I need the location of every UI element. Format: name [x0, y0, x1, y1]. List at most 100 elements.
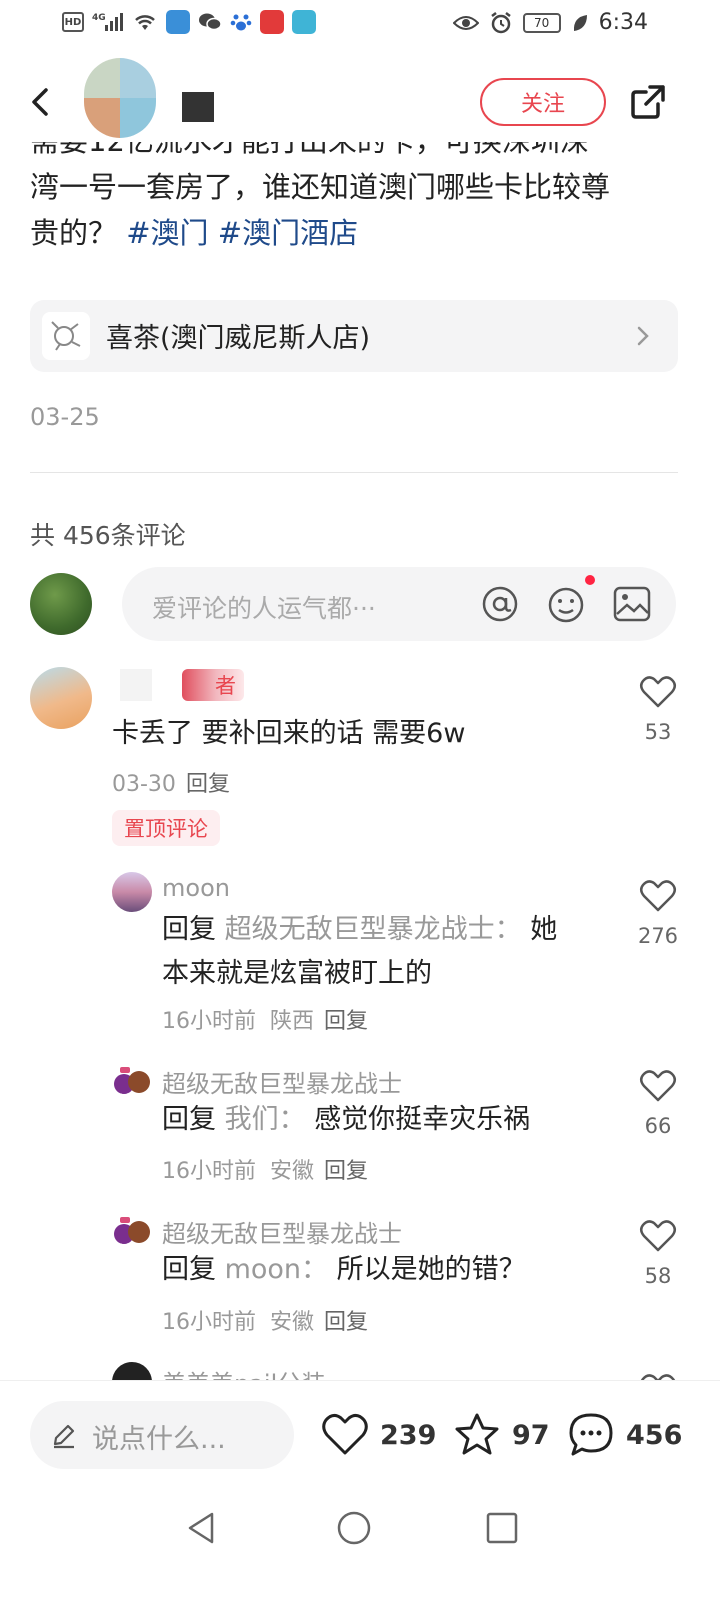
collect-total: 97 [512, 1419, 550, 1451]
system-nav-bar [0, 1492, 720, 1600]
comment-button[interactable]: 456 [566, 1409, 682, 1461]
heart-icon [322, 1413, 368, 1455]
chevron-left-icon [32, 88, 48, 116]
reply-target[interactable]: moon： [225, 1254, 328, 1285]
leaf-icon [571, 11, 589, 35]
reply-prefix: 回复 [162, 1104, 216, 1135]
heart-icon[interactable] [638, 672, 678, 712]
commenter-avatar[interactable] [30, 667, 92, 729]
share-button[interactable] [628, 82, 668, 122]
emoji-icon[interactable] [546, 584, 586, 624]
chevron-right-icon [637, 326, 649, 346]
mention-icon[interactable] [480, 584, 520, 624]
post-date: 03-25 [30, 403, 100, 431]
reply-text: 回复 超级无敌巨型暴龙战士： 她 本来就是炫富被盯上的 [162, 908, 612, 996]
alarm-icon [489, 11, 513, 35]
reply-text: 回复 我们： 感觉你挺幸灾乐祸 [162, 1098, 612, 1142]
author-name-redacted [182, 92, 214, 122]
partial-reply: 美美美nail分装 [0, 1356, 720, 1380]
red-app-icon [260, 10, 284, 34]
reply-time: 16小时前 [162, 1159, 256, 1184]
chat-bubble-icon [569, 1413, 613, 1456]
reply-meta: 16小时前 安徽 回复 [162, 1304, 368, 1336]
location-name: 喜茶(澳门威尼斯人店) [106, 323, 371, 354]
reply-link[interactable]: 回复 [324, 1159, 368, 1184]
reply-text: 回复 moon： 所以是她的错？ [162, 1248, 612, 1292]
replier-name[interactable]: 超级无敌巨型暴龙战士 [162, 1064, 402, 1099]
comment-input-placeholder: 爱评论的人运气都··· [152, 594, 376, 623]
follow-button[interactable]: 关注 [480, 78, 606, 126]
heart-icon[interactable] [638, 1216, 678, 1256]
status-bar: HD 4G 70 6:34 [0, 0, 720, 50]
post-text-cutoff-line: 需要12亿流水才能打出来的卡，可换深圳深 [30, 142, 589, 164]
comment-date: 03-30 [112, 772, 176, 797]
reply-target[interactable]: 超级无敌巨型暴龙战士： [225, 914, 522, 945]
reply-link[interactable]: 回复 [324, 1009, 368, 1034]
my-avatar [30, 573, 92, 635]
wifi-icon [132, 10, 158, 34]
location-card[interactable]: 喜茶(澳门威尼斯人店) [30, 300, 678, 372]
nav-recents-icon[interactable] [482, 1508, 522, 1548]
post-header: 关注 [0, 56, 720, 152]
bottom-comment-input[interactable]: 说点什么... [30, 1401, 294, 1469]
reply-meta: 16小时前 陕西 回复 [162, 1003, 368, 1035]
replier-name[interactable]: 美美美nail分装 [162, 1364, 325, 1380]
collect-button[interactable]: 97 [452, 1409, 550, 1461]
comment-total: 456 [626, 1419, 683, 1451]
reply-link[interactable]: 回复 [186, 772, 230, 797]
paw-icon [230, 10, 252, 34]
replier-avatar[interactable] [112, 1362, 152, 1380]
nav-back-icon[interactable] [182, 1508, 222, 1548]
reply-prefix: 回复 [162, 1254, 216, 1285]
divider [30, 472, 678, 473]
replier-avatar[interactable] [112, 872, 152, 912]
bottom-input-placeholder: 说点什么... [92, 1424, 226, 1455]
hd-icon: HD [62, 12, 84, 32]
back-button[interactable] [22, 82, 62, 122]
replier-name[interactable]: 超级无敌巨型暴龙战士 [162, 1214, 402, 1249]
like-button[interactable]: 239 [320, 1409, 436, 1461]
reply-prefix: 回复 [162, 914, 216, 945]
svg-text:★★: ★★ [118, 1242, 131, 1250]
comment-text: 卡丢了 要补回来的话 需要6w [112, 718, 466, 749]
pencil-icon [53, 1424, 75, 1449]
hashtag-link[interactable]: #澳门 [126, 216, 208, 250]
author-avatar[interactable] [84, 58, 156, 138]
heart-icon[interactable] [638, 1370, 678, 1380]
like-count: 276 [637, 924, 679, 948]
heart-icon[interactable] [638, 876, 678, 916]
reply-body: 感觉你挺幸灾乐祸 [314, 1104, 531, 1135]
wechat-icon [198, 10, 222, 34]
reply-body: 她 [530, 914, 558, 945]
comment-input[interactable]: 爱评论的人运气都··· [122, 567, 676, 641]
reply-time: 16小时前 [162, 1310, 256, 1335]
replier-avatar[interactable]: ★★ [112, 1212, 152, 1252]
replier-avatar[interactable]: ★★ [112, 1062, 152, 1102]
app-notification-icon [166, 10, 190, 34]
eye-icon [452, 11, 479, 35]
notification-dot [585, 575, 595, 585]
reply-link[interactable]: 回复 [324, 1310, 368, 1335]
post-content: 需要12亿流水才能打出来的卡，可换深圳深 湾一号一套房了，谁还知道澳门哪些卡比较… [30, 142, 690, 272]
battery-icon: 70 [522, 12, 561, 33]
svg-text:4G: 4G [92, 13, 106, 23]
heart-icon[interactable] [638, 1066, 678, 1106]
book-app-icon [292, 10, 316, 34]
svg-text:★★: ★★ [118, 1092, 131, 1100]
hashtag-link[interactable]: #澳门酒店 [218, 216, 358, 250]
post-text-line: 湾一号一套房了，谁还知道澳门哪些卡比较尊 [30, 170, 611, 204]
bottom-action-bar: 说点什么... 239 97 456 [0, 1380, 720, 1492]
author-badge: 者 [182, 669, 244, 701]
nav-home-icon[interactable] [334, 1508, 374, 1548]
store-logo-icon [42, 312, 90, 360]
like-count: 53 [644, 720, 672, 744]
replier-name[interactable]: moon [162, 874, 230, 902]
reply-location: 安徽 [270, 1310, 315, 1335]
reply-time: 16小时前 [162, 1009, 256, 1034]
image-icon[interactable] [612, 584, 652, 624]
clock: 6:34 [598, 10, 648, 35]
share-icon [631, 85, 665, 119]
star-icon [455, 1413, 499, 1455]
reply-body: 本来就是炫富被盯上的 [162, 958, 432, 989]
reply-target[interactable]: 我们： [225, 1104, 306, 1135]
